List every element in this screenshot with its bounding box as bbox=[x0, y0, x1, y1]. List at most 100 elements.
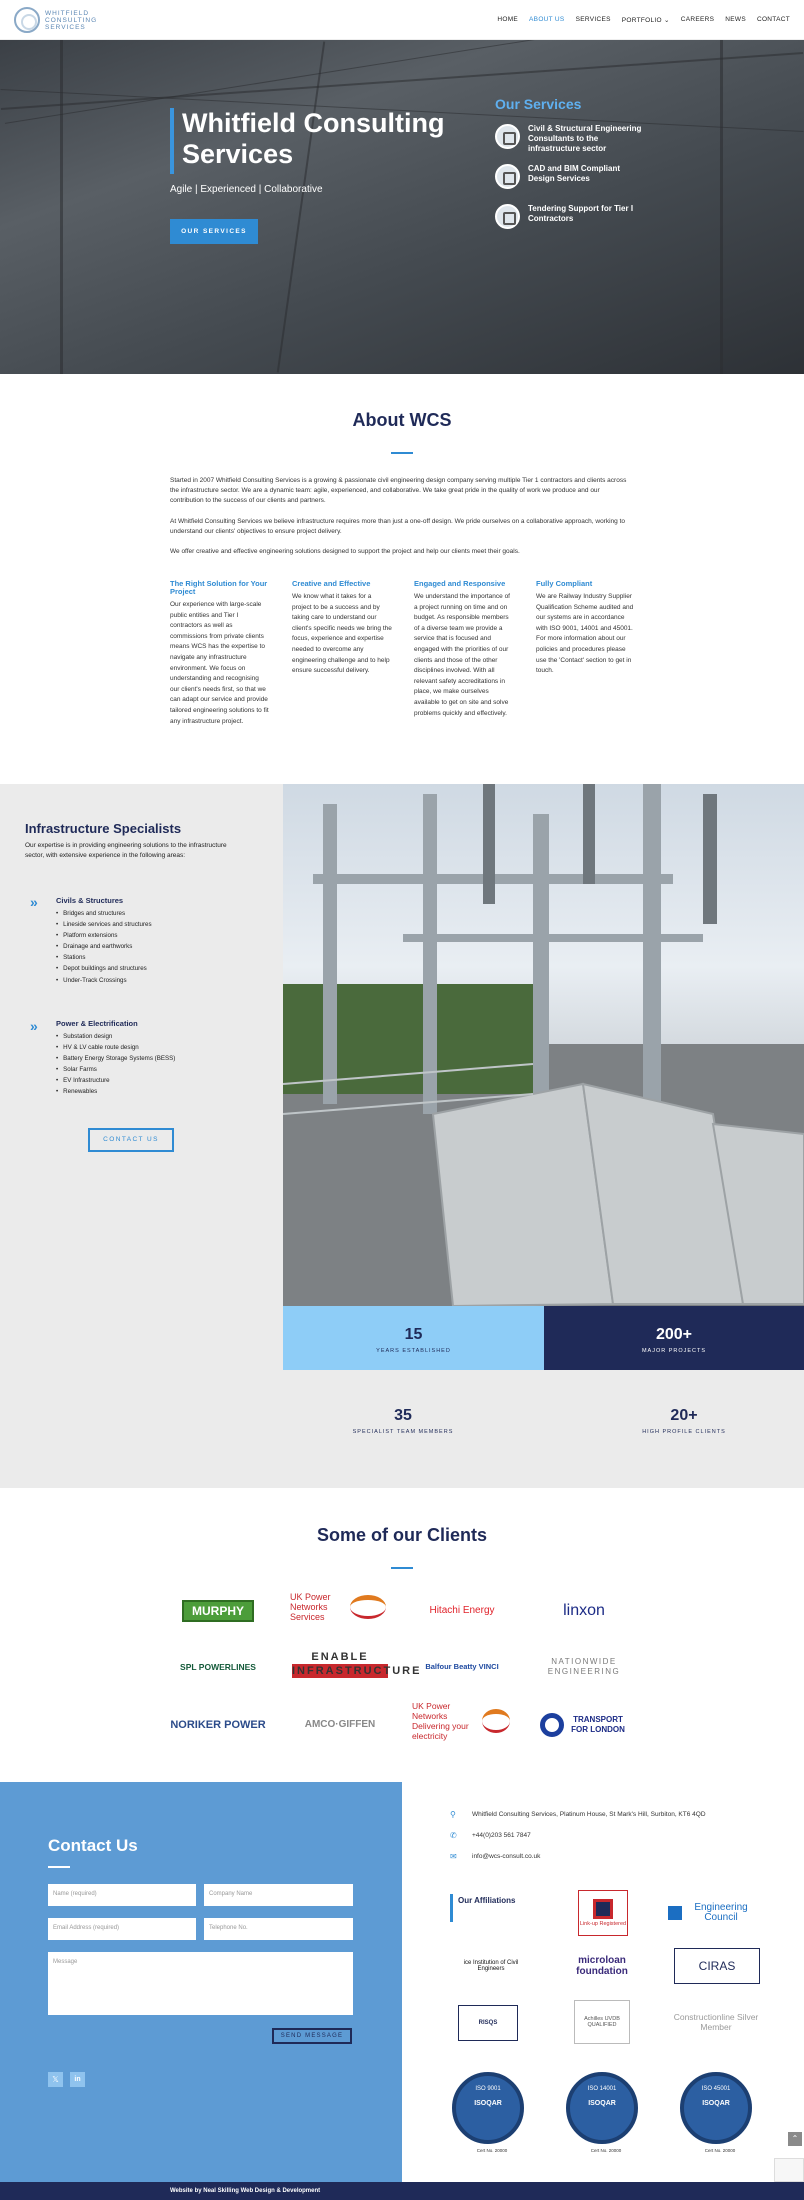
logo-line-1: WHITFIELD bbox=[45, 9, 90, 17]
achilles-badge: Achilles UVDB QUALIFIED bbox=[574, 2000, 630, 2044]
constructionline-logo: Constructionline Silver Member bbox=[673, 2012, 759, 2032]
service-item[interactable]: Civil & Structural Engineering Consultan… bbox=[495, 124, 645, 154]
scroll-to-top-icon[interactable]: ⌃ bbox=[788, 2132, 802, 2146]
nav-news[interactable]: NEWS bbox=[725, 16, 746, 24]
list-item: Platform extensions bbox=[56, 930, 152, 941]
ec-square-icon bbox=[668, 1906, 682, 1920]
contact-email[interactable]: ✉ info@wcs-consult.co.uk bbox=[450, 1852, 540, 1861]
iso-45001-badge: ISO 45001 ISOQAR bbox=[680, 2072, 752, 2144]
hero-accent-bar bbox=[170, 108, 174, 174]
roundel-icon bbox=[540, 1713, 564, 1737]
list-item: EV Infrastructure bbox=[56, 1075, 175, 1086]
contact-phone[interactable]: ✆ +44(0)203 561 7847 bbox=[450, 1831, 531, 1840]
feature-title: Fully Compliant bbox=[536, 579, 593, 588]
x-twitter-icon[interactable]: 𝕏 bbox=[48, 2072, 63, 2087]
client-logo-nationwide: NATIONWIDE ENGINEERING bbox=[547, 1657, 621, 1676]
nav-portfolio[interactable]: PORTFOLIO ⌄ bbox=[622, 16, 670, 24]
about-paragraph: Started in 2007 Whitfield Consulting Ser… bbox=[170, 477, 627, 504]
stat-clients: 20+ HIGH PROFILE CLIENTS bbox=[642, 1407, 726, 1435]
engineering-council-logo: Engineering Council bbox=[664, 1900, 760, 1926]
list-item: Battery Energy Storage Systems (BESS) bbox=[56, 1053, 175, 1064]
client-logo-noriker: NORIKER POWER bbox=[170, 1719, 266, 1731]
list-item: Drainage and earthworks bbox=[56, 941, 152, 952]
service-text: Civil & Structural Engineering Consultan… bbox=[528, 124, 642, 153]
substation-photo bbox=[283, 784, 804, 1306]
client-logo-spl: SPL POWERLINES bbox=[180, 1662, 256, 1672]
affiliations-accent bbox=[450, 1894, 453, 1922]
phone-input[interactable]: Telephone No. bbox=[204, 1918, 353, 1940]
service-text: Tendering Support for Tier I Contractors bbox=[528, 204, 634, 223]
engineering-icon bbox=[495, 124, 520, 149]
list-item: Depot buildings and structures bbox=[56, 963, 152, 974]
list-item: Renewables bbox=[56, 1086, 175, 1097]
our-services-button[interactable]: OUR SERVICES bbox=[170, 219, 258, 244]
message-textarea[interactable]: Message bbox=[48, 1952, 353, 2015]
ciras-logo: CIRAS bbox=[674, 1948, 760, 1984]
feature-title: Engaged and Responsive bbox=[414, 579, 506, 588]
title-accent bbox=[391, 452, 413, 454]
feature-text: We know what it takes for a project to b… bbox=[292, 593, 392, 675]
ice-logo: ice Institution of Civil Engineers bbox=[463, 1960, 519, 1972]
contact-address: ⚲ Whitfield Consulting Services, Platinum… bbox=[450, 1810, 706, 1819]
name-input[interactable]: Name (required) bbox=[48, 1884, 196, 1906]
nav-about-us[interactable]: ABOUT US bbox=[529, 16, 565, 24]
title-accent bbox=[48, 1866, 70, 1868]
client-logo-tfl: TRANSPORT FOR LONDON bbox=[534, 1708, 634, 1742]
service-item[interactable]: Tendering Support for Tier I Contractors bbox=[495, 204, 645, 229]
list-item: Bridges and structures bbox=[56, 908, 152, 919]
about-paragraph: At Whitfield Consulting Services we beli… bbox=[170, 518, 625, 535]
chevron-right-icon: » bbox=[30, 894, 38, 910]
client-logo-hitachi: Hitachi Energy bbox=[429, 1605, 495, 1616]
site-header: WHITFIELD CONSULTING SERVICES HOME ABOUT… bbox=[0, 0, 804, 40]
list-item: Lineside services and structures bbox=[56, 919, 151, 930]
linkedin-icon[interactable]: in bbox=[70, 2072, 85, 2087]
site-logo[interactable]: WHITFIELD CONSULTING SERVICES bbox=[14, 7, 97, 33]
power-list: Substation design HV & LV cable route de… bbox=[56, 1031, 175, 1098]
client-logo-murphy: MURPHY bbox=[168, 1594, 268, 1628]
stat-team: 35 SPECIALIST TEAM MEMBERS bbox=[352, 1407, 454, 1435]
feature-title: Creative and Effective bbox=[292, 579, 371, 588]
nav-contact[interactable]: CONTACT bbox=[757, 16, 790, 24]
feature-text: We understand the importance of a projec… bbox=[414, 593, 510, 717]
group-title: Civils & Structures bbox=[56, 896, 124, 905]
feature-column: Engaged and Responsive We understand the… bbox=[414, 580, 514, 719]
client-logo-linxon: linxon bbox=[563, 1602, 605, 1619]
recaptcha-badge[interactable] bbox=[774, 2158, 804, 2182]
list-item: Under-Track Crossings bbox=[56, 975, 152, 986]
stat-projects: 200+ MAJOR PROJECTS bbox=[641, 1326, 707, 1354]
group-title: Power & Electrification bbox=[56, 1019, 138, 1028]
company-input[interactable]: Company Name bbox=[204, 1884, 353, 1906]
service-text: CAD and BIM Compliant Design Services bbox=[528, 164, 620, 183]
infrastructure-title: Infrastructure Specialists bbox=[25, 821, 182, 836]
iso-14001-badge: ISO 14001 ISOQAR bbox=[566, 2072, 638, 2144]
linkup-badge: Link-up Registered bbox=[578, 1890, 628, 1936]
feature-column: The Right Solution for Your Project Our … bbox=[170, 580, 270, 727]
feature-text: We are Railway Industry Supplier Qualifi… bbox=[536, 593, 634, 675]
nav-home[interactable]: HOME bbox=[497, 16, 518, 24]
hero-banner bbox=[0, 40, 804, 374]
service-item[interactable]: CAD and BIM Compliant Design Services bbox=[495, 164, 645, 189]
chevron-right-icon: » bbox=[30, 1018, 38, 1034]
nav-careers[interactable]: CAREERS bbox=[681, 16, 715, 24]
send-message-button[interactable]: SEND MESSAGE bbox=[272, 2028, 352, 2044]
list-item: Substation design bbox=[56, 1031, 175, 1042]
feature-title: The Right Solution for Your Project bbox=[170, 579, 268, 596]
feature-column: Fully Compliant We are Railway Industry … bbox=[536, 580, 636, 677]
client-logo-amco-giffen: AMCO·GIFFEN bbox=[304, 1719, 376, 1730]
risqs-badge: RISQS bbox=[458, 2005, 518, 2041]
main-nav: HOME ABOUT US SERVICES PORTFOLIO ⌄ CAREE… bbox=[497, 16, 790, 24]
civils-list: Bridges and structures Lineside services… bbox=[56, 908, 152, 986]
client-logo-enable: ENABLE INFRASTRUCTURE bbox=[292, 1650, 422, 1678]
contact-title: Contact Us bbox=[48, 1836, 138, 1855]
email-input[interactable]: Email Address (required) bbox=[48, 1918, 196, 1940]
nav-services[interactable]: SERVICES bbox=[576, 16, 611, 24]
hero-title: Whitfield Consulting Services bbox=[182, 108, 445, 169]
stat-years: 15 YEARS ESTABLISHED bbox=[376, 1326, 451, 1354]
contact-us-button[interactable]: CONTACT US bbox=[88, 1128, 174, 1152]
feature-column: Creative and Effective We know what it t… bbox=[292, 580, 392, 677]
logo-icon bbox=[14, 7, 40, 33]
logo-line-3: SERVICES bbox=[45, 23, 86, 31]
site-footer[interactable]: Website by Neal Skilling Web Design & De… bbox=[0, 2182, 804, 2200]
logo-line-2: CONSULTING bbox=[45, 16, 98, 24]
affiliations-title: Our Affiliations bbox=[458, 1896, 516, 1905]
